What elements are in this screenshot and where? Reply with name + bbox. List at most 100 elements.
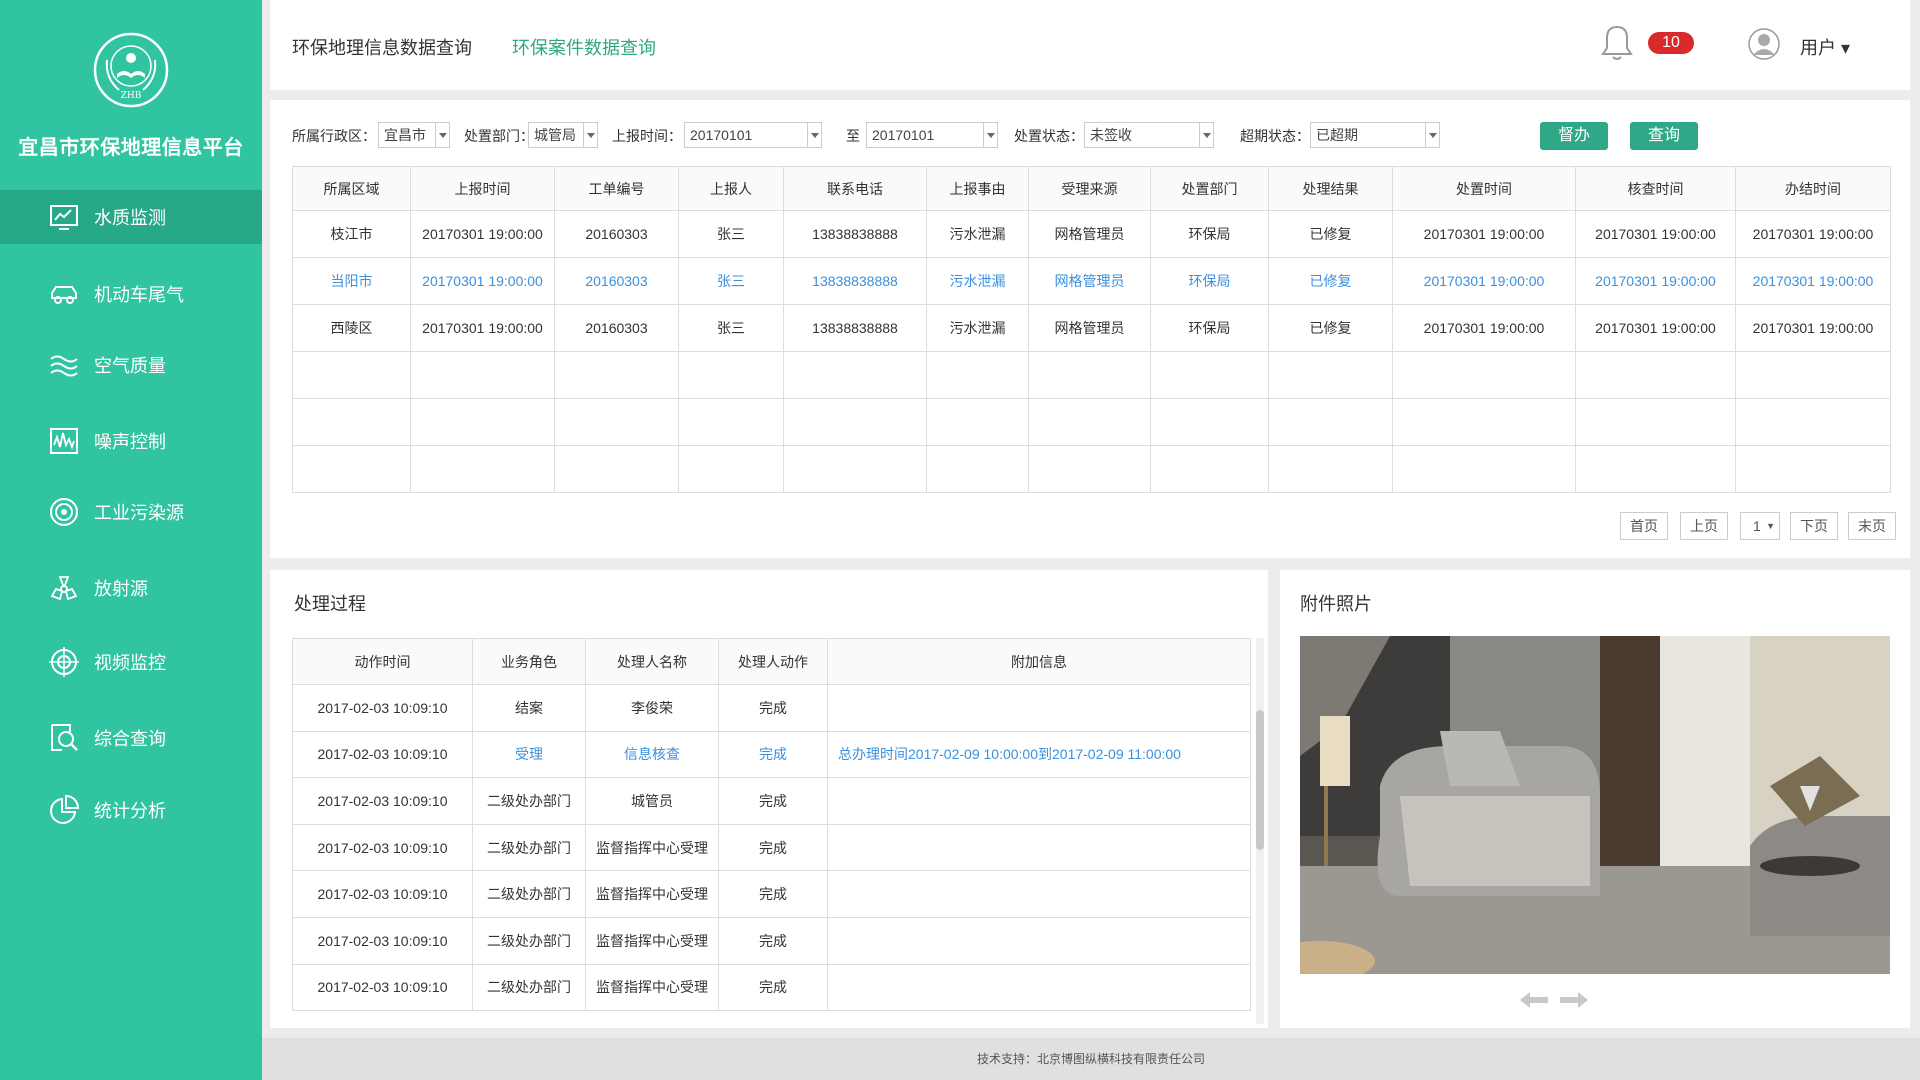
- table-row[interactable]: 2017-02-03 10:09:10 二级处办部门 监督指挥中心受理 完成: [292, 916, 1251, 965]
- platform-title: 宜昌市环保地理信息平台: [18, 137, 244, 159]
- column-header[interactable]: 联系电话: [783, 166, 927, 211]
- table-cell: 污水泄漏: [926, 257, 1029, 305]
- prev-photo-icon[interactable]: [1518, 988, 1550, 1012]
- table-cell: 20170301 19:00:00: [410, 210, 555, 258]
- noise-wave-icon: [50, 428, 78, 454]
- table-cell: 西陵区: [292, 304, 411, 352]
- table-row[interactable]: 2017-02-03 10:09:10 二级处办部门 监督指挥中心受理 完成: [292, 823, 1251, 872]
- first-page-button[interactable]: 首页: [1620, 512, 1668, 540]
- table-cell: 枝江市: [292, 210, 411, 258]
- table-row[interactable]: 2017-02-03 10:09:10 二级处办部门 监督指挥中心受理 完成: [292, 870, 1251, 918]
- sidebar-item-industrial[interactable]: 工业污染源: [0, 485, 262, 539]
- table-cell: 完成: [718, 823, 828, 872]
- zhb-logo: ZHB: [93, 32, 169, 108]
- scrollbar-thumb[interactable]: [1256, 710, 1264, 850]
- column-header[interactable]: 处置时间: [1392, 166, 1576, 211]
- column-header[interactable]: 核查时间: [1575, 166, 1736, 211]
- empty-row: [292, 398, 1891, 446]
- case-table: 所属区域 上报时间 工单编号 上报人 联系电话 上报事由 受理来源 处置部门 处…: [292, 166, 1891, 493]
- table-cell: 监督指挥中心受理: [585, 823, 719, 872]
- time-from-value: 20170101: [690, 127, 753, 143]
- table-cell: 完成: [718, 684, 828, 732]
- column-header[interactable]: 所属区域: [292, 166, 411, 211]
- target-icon: [50, 498, 78, 526]
- sidebar-item-label: 统计分析: [94, 801, 166, 821]
- time-to-select[interactable]: 20170101: [866, 122, 998, 148]
- table-cell: 20170301 19:00:00: [410, 304, 555, 352]
- table-cell: 20170301 19:00:00: [1575, 304, 1736, 352]
- sidebar-item-stats[interactable]: 统计分析: [0, 783, 262, 837]
- table-cell: [827, 870, 1251, 918]
- column-header[interactable]: 上报时间: [410, 166, 555, 211]
- column-header[interactable]: 上报人: [678, 166, 784, 211]
- sidebar-item-noise[interactable]: 噪声控制: [0, 414, 262, 468]
- next-page-button[interactable]: 下页: [1790, 512, 1838, 540]
- attachment-photo[interactable]: [1300, 636, 1890, 974]
- column-header[interactable]: 处置部门: [1150, 166, 1269, 211]
- tab-geo-query[interactable]: 环保地理信息数据查询: [292, 34, 472, 60]
- table-row-selected[interactable]: 当阳市 20170301 19:00:00 20160303 张三 138388…: [292, 257, 1891, 305]
- prev-page-button[interactable]: 上页: [1680, 512, 1728, 540]
- last-page-button[interactable]: 末页: [1848, 512, 1896, 540]
- table-row[interactable]: 西陵区 20170301 19:00:00 20160303 张三 138388…: [292, 304, 1891, 352]
- column-header[interactable]: 工单编号: [554, 166, 679, 211]
- chevron-down-icon: [583, 123, 597, 147]
- table-cell: 20170301 19:00:00: [1575, 257, 1736, 305]
- sidebar: ZHB 宜昌市环保地理信息平台 水质监测 机动车尾气 空气质量 噪声控制 工业污…: [0, 0, 262, 1080]
- bell-icon[interactable]: [1600, 24, 1634, 62]
- sidebar-item-vehicle[interactable]: 机动车尾气: [0, 267, 262, 321]
- logo-area: ZHB 宜昌市环保地理信息平台: [0, 0, 262, 190]
- table-cell: 2017-02-03 10:09:10: [292, 823, 473, 872]
- sidebar-item-water[interactable]: 水质监测: [0, 190, 262, 244]
- empty-row: [292, 445, 1891, 493]
- time-from-select[interactable]: 20170101: [684, 122, 822, 148]
- sidebar-item-radiation[interactable]: 放射源: [0, 561, 262, 615]
- table-cell: 13838838888: [783, 210, 927, 258]
- table-cell: 环保局: [1150, 257, 1269, 305]
- column-header[interactable]: 处理结果: [1268, 166, 1393, 211]
- status-select[interactable]: 未签收: [1084, 122, 1214, 148]
- status-value: 未签收: [1090, 127, 1132, 143]
- table-row[interactable]: 2017-02-03 10:09:10 结案 李俊荣 完成: [292, 684, 1251, 732]
- table-cell: 结案: [472, 684, 586, 732]
- table-cell: 城管员: [585, 777, 719, 825]
- table-cell: 总办理时间2017-02-09 10:00:00到2017-02-09 11:0…: [827, 730, 1251, 779]
- sidebar-item-video[interactable]: 视频监控: [0, 635, 262, 689]
- column-header[interactable]: 上报事由: [926, 166, 1029, 211]
- column-header[interactable]: 受理来源: [1028, 166, 1151, 211]
- process-scrollbar[interactable]: [1256, 638, 1264, 1024]
- sidebar-item-label: 水质监测: [94, 208, 166, 228]
- tab-case-query[interactable]: 环保案件数据查询: [512, 34, 656, 60]
- table-row-selected[interactable]: 2017-02-03 10:09:10 受理 信息核查 完成 总办理时间2017…: [292, 730, 1251, 779]
- avatar[interactable]: [1748, 28, 1780, 60]
- chevron-down-icon: [1199, 123, 1213, 147]
- user-menu[interactable]: 用户 ▾: [1800, 34, 1850, 60]
- overdue-select[interactable]: 已超期: [1310, 122, 1440, 148]
- page-select[interactable]: 1 ▼: [1740, 512, 1780, 540]
- table-cell: 20170301 19:00:00: [1735, 304, 1891, 352]
- table-cell: 2017-02-03 10:09:10: [292, 870, 473, 918]
- logo-text: ZHB: [121, 91, 142, 101]
- sidebar-item-label: 机动车尾气: [94, 285, 184, 305]
- photo-title: 附件照片: [1300, 594, 1372, 614]
- table-cell: 已修复: [1268, 210, 1393, 258]
- query-button[interactable]: 查询: [1630, 122, 1698, 150]
- next-photo-icon[interactable]: [1558, 988, 1590, 1012]
- table-row[interactable]: 2017-02-03 10:09:10 二级处办部门 城管员 完成: [292, 777, 1251, 825]
- supervise-button[interactable]: 督办: [1540, 122, 1608, 150]
- sidebar-item-search[interactable]: 综合查询: [0, 711, 262, 765]
- table-cell: 环保局: [1150, 304, 1269, 352]
- table-cell: [827, 684, 1251, 732]
- table-row[interactable]: 枝江市 20170301 19:00:00 20160303 张三 138388…: [292, 210, 1891, 258]
- dept-select[interactable]: 城管局: [528, 122, 598, 148]
- column-header[interactable]: 办结时间: [1735, 166, 1891, 211]
- sidebar-item-air[interactable]: 空气质量: [0, 338, 262, 392]
- table-row[interactable]: 2017-02-03 10:09:10 二级处办部门 监督指挥中心受理 完成: [292, 963, 1251, 1012]
- sidebar-item-label: 噪声控制: [94, 432, 166, 452]
- region-select[interactable]: 宜昌市: [378, 122, 450, 148]
- page-number: 1: [1753, 518, 1761, 534]
- sidebar-item-label: 空气质量: [94, 356, 166, 376]
- search-doc-icon: [51, 724, 78, 751]
- overdue-label: 超期状态：: [1240, 128, 1310, 144]
- table-cell: 完成: [718, 777, 828, 825]
